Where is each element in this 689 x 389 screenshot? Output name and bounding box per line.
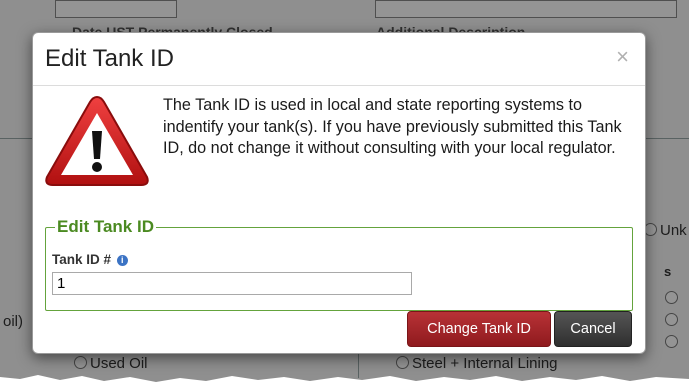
dialog-header: Edit Tank ID × [33, 33, 645, 86]
change-tank-id-button[interactable]: Change Tank ID [407, 311, 551, 347]
tank-id-input[interactable] [52, 272, 412, 295]
dialog-title: Edit Tank ID [45, 45, 174, 72]
tank-id-label: Tank ID # i [52, 252, 128, 267]
edit-tank-id-dialog: Edit Tank ID × The Tank ID is used in lo… [32, 32, 646, 354]
cancel-button[interactable]: Cancel [554, 311, 632, 347]
fieldset-legend: Edit Tank ID [55, 217, 156, 237]
edit-tank-id-fieldset: Edit Tank ID Tank ID # i [45, 217, 633, 311]
close-icon[interactable]: × [616, 46, 629, 68]
info-icon[interactable]: i [116, 255, 128, 266]
tank-id-label-text: Tank ID # [52, 252, 112, 267]
torn-paper-edge [0, 375, 689, 389]
warning-message: The Tank ID is used in local and state r… [163, 96, 622, 157]
warning-triangle-icon [45, 95, 149, 186]
